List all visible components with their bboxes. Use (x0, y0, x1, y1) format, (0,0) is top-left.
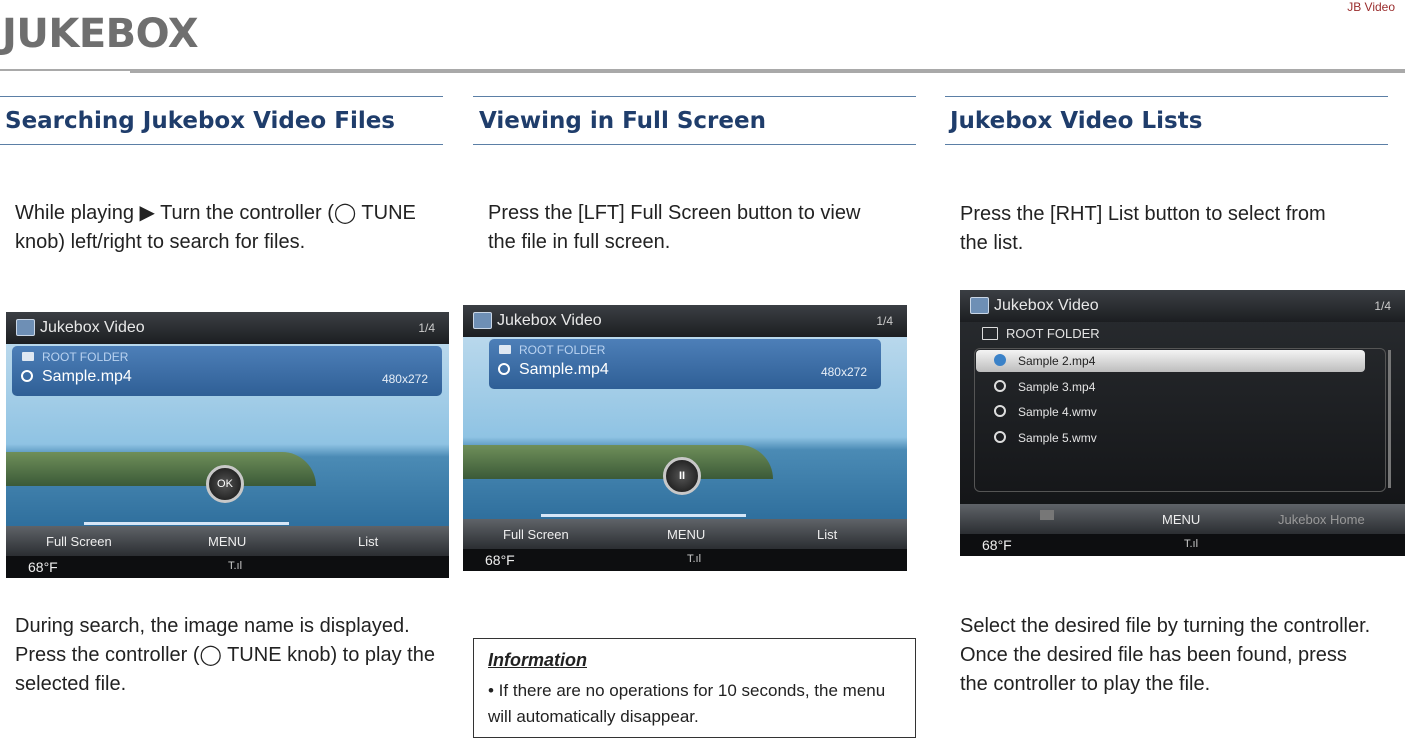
file-resolution: 480x272 (381, 372, 428, 386)
folder-name: ROOT FOLDER (42, 350, 129, 364)
screen-app-title: Jukebox Video (994, 297, 1099, 314)
screen-menu-bar: Full Screen MENU List (6, 526, 449, 556)
information-heading: Information (488, 650, 587, 670)
header-rule-thick (130, 69, 1405, 73)
disc-icon (498, 363, 510, 375)
ok-button[interactable]: OK (206, 465, 244, 503)
screen-app-title: Jukebox Video (40, 319, 145, 336)
status-bar: 68°F T.ıl (960, 534, 1405, 556)
section-text-top: Press the [LFT] Full Screen button to vi… (488, 202, 861, 253)
list-item[interactable]: Sample 5.wmv (976, 427, 1365, 449)
list-item-label: Sample 3.mp4 (1018, 380, 1096, 394)
status-bar: 68°F T.ıl (463, 549, 907, 571)
status-bar: 68°F T.ıl (6, 556, 449, 578)
menu-button[interactable]: MENU (667, 527, 705, 542)
list-button[interactable]: List (817, 527, 837, 542)
folder-name: ROOT FOLDER (1006, 326, 1100, 341)
list-item-label: Sample 5.wmv (1018, 431, 1097, 445)
file-resolution: 480x272 (820, 365, 867, 379)
page-title: JUKEBOX (2, 11, 199, 57)
list-item-selected[interactable]: Sample 2.mp4 (976, 350, 1365, 372)
file-name: Sample.mp4 (42, 368, 132, 385)
screen-topbar: Jukebox Video 1/4 (6, 312, 449, 344)
information-text: • If there are no operations for 10 seco… (488, 681, 886, 726)
signal-icon: T.ıl (687, 553, 702, 565)
disc-icon (21, 370, 33, 382)
screen-menu-bar: MENU Jukebox Home (960, 504, 1405, 534)
file-info-bar: ROOT FOLDER Sample.mp4 480x272 (12, 346, 442, 396)
screenshot-search: Jukebox Video 1/4 ROOT FOLDER Sample.mp4… (6, 312, 449, 578)
progress-bar (541, 514, 746, 517)
blank-button-icon (1040, 510, 1054, 520)
section-title-lists: Jukebox Video Lists (950, 108, 1203, 134)
section-rule-top (0, 96, 443, 97)
menu-button[interactable]: MENU (208, 534, 246, 549)
menu-button[interactable]: MENU (1162, 512, 1200, 527)
screen-topbar: Jukebox Video 1/4 (463, 305, 907, 337)
temperature: 68°F (28, 559, 58, 575)
section-title-fullscreen: Viewing in Full Screen (479, 108, 766, 134)
scrollbar[interactable] (1388, 350, 1391, 488)
header-rule (0, 69, 130, 71)
screen-page-indicator: 1/4 (876, 314, 893, 328)
video-app-icon (16, 319, 35, 336)
jukebox-home-button[interactable]: Jukebox Home (1278, 512, 1365, 527)
top-label: JB Video (1347, 0, 1395, 14)
signal-icon: T.ıl (228, 560, 243, 572)
disc-icon (994, 380, 1006, 392)
screenshot-list: Jukebox Video 1/4 ROOT FOLDER Sample 2.m… (960, 290, 1405, 556)
list-button[interactable]: List (358, 534, 378, 549)
list-item[interactable]: Sample 3.mp4 (976, 376, 1365, 398)
list-item-label: Sample 4.wmv (1018, 405, 1097, 419)
play-icon (994, 354, 1006, 366)
temperature: 68°F (982, 537, 1012, 553)
video-app-icon (970, 297, 989, 314)
screen-page-indicator: 1/4 (418, 321, 435, 335)
full-screen-button[interactable]: Full Screen (503, 527, 569, 542)
pause-button[interactable]: II (663, 457, 701, 495)
list-item[interactable]: Sample 4.wmv (976, 401, 1365, 423)
section-rule-bottom (945, 144, 1388, 145)
folder-name: ROOT FOLDER (519, 343, 606, 357)
video-app-icon (473, 312, 492, 329)
information-box: Information • If there are no operations… (473, 638, 916, 738)
full-screen-button[interactable]: Full Screen (46, 534, 112, 549)
section-text-top: While playing ▶ Turn the controller (◯ T… (15, 202, 416, 253)
section-rule-top (945, 96, 1388, 97)
coast-land (463, 445, 773, 479)
disc-icon (994, 405, 1006, 417)
disc-icon (994, 431, 1006, 443)
screen-app-title: Jukebox Video (497, 312, 602, 329)
folder-icon (499, 345, 511, 354)
section-rule-bottom (473, 144, 916, 145)
folder-icon (22, 352, 34, 361)
section-rule-bottom (0, 144, 443, 145)
section-text-top: Press the [RHT] List button to select fr… (960, 203, 1326, 254)
coast-land (6, 452, 316, 486)
screen-topbar: Jukebox Video 1/4 (960, 290, 1405, 322)
folder-icon (982, 327, 998, 340)
file-name: Sample.mp4 (519, 361, 609, 378)
section-text-bottom: During search, the image name is display… (15, 615, 435, 695)
section-title-searching: Searching Jukebox Video Files (5, 108, 396, 134)
temperature: 68°F (485, 552, 515, 568)
screenshot-fullscreen: Jukebox Video 1/4 ROOT FOLDER Sample.mp4… (463, 305, 907, 571)
section-rule-top (473, 96, 916, 97)
list-item-label: Sample 2.mp4 (1018, 354, 1096, 368)
screen-page-indicator: 1/4 (1374, 299, 1391, 313)
signal-icon: T.ıl (1184, 538, 1199, 550)
section-text-bottom: Select the desired file by turning the c… (960, 615, 1371, 695)
file-info-bar: ROOT FOLDER Sample.mp4 480x272 (489, 339, 881, 389)
screen-menu-bar: Full Screen MENU List (463, 519, 907, 549)
progress-bar (84, 522, 289, 525)
